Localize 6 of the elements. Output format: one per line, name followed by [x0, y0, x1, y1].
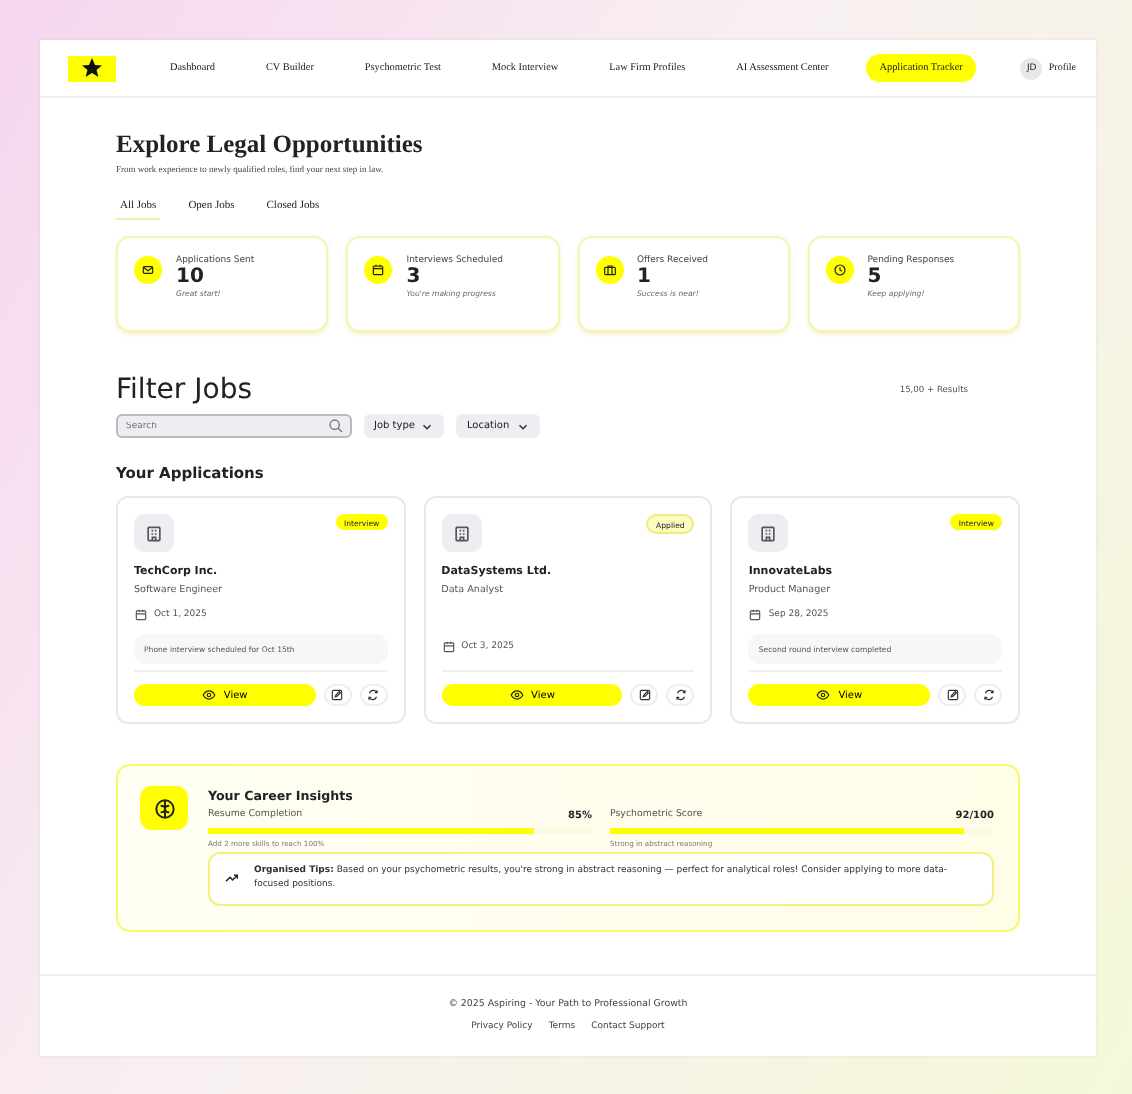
page-title: Explore Legal Opportunities: [116, 130, 425, 160]
stat-value: 5: [867, 266, 884, 288]
section-title: Filter Jobs: [116, 374, 252, 406]
stat-value: 1: [637, 266, 653, 288]
stat-value: 10: [176, 266, 206, 288]
stat-value: 3: [406, 266, 423, 288]
